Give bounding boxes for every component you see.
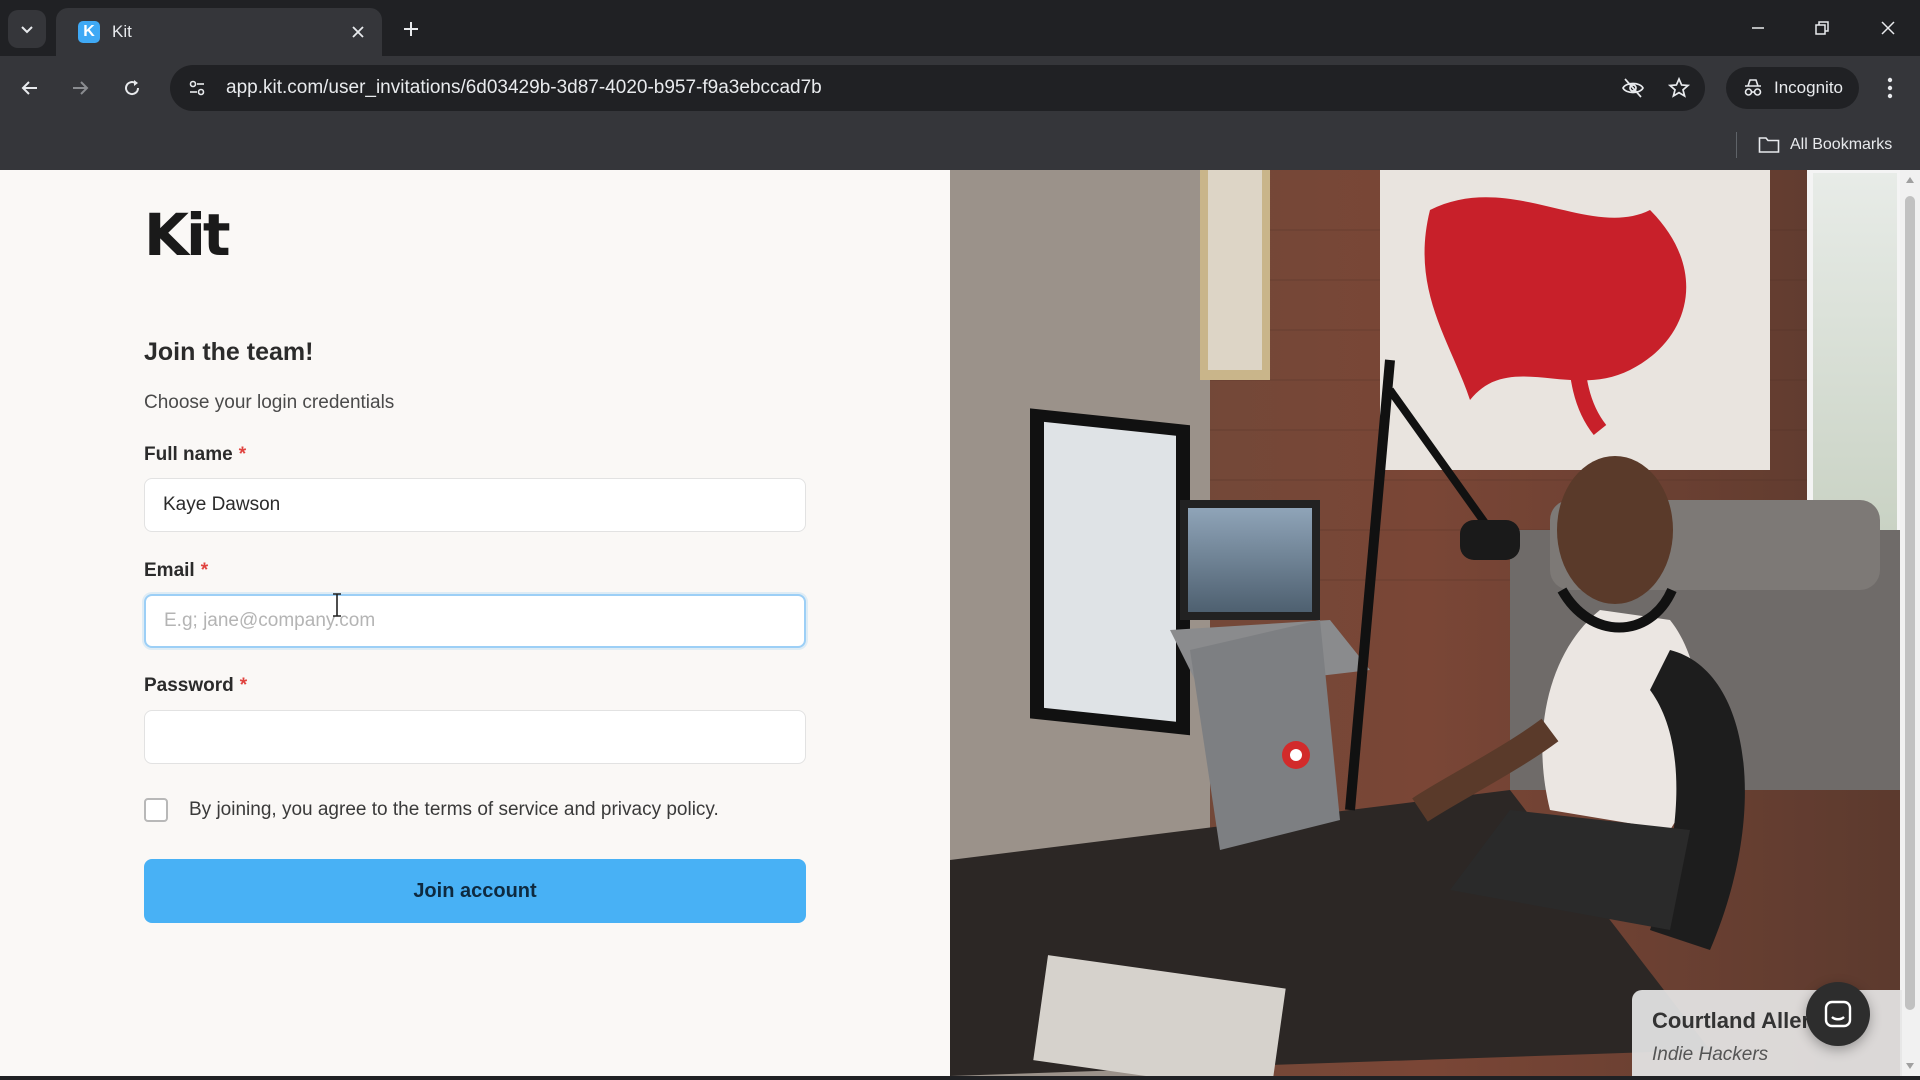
address-bar[interactable]: app.kit.com/user_invitations/6d03429b-3d… xyxy=(170,65,1705,111)
chat-icon xyxy=(1824,1000,1852,1028)
folder-icon xyxy=(1758,137,1780,153)
all-bookmarks-label: All Bookmarks xyxy=(1790,136,1893,153)
hero-photo xyxy=(950,170,1900,1076)
eye-off-icon xyxy=(1622,78,1644,98)
page-viewport: Kit Join the team! Choose your login cre… xyxy=(0,170,1920,1076)
minimize-button[interactable] xyxy=(1738,10,1778,46)
tab-title: Kit xyxy=(112,22,132,41)
close-window-button[interactable] xyxy=(1868,10,1908,46)
browser-toolbar: app.kit.com/user_invitations/6d03429b-3d… xyxy=(0,56,1920,120)
page-title: Join the team! xyxy=(144,338,314,366)
bookmark-star-button[interactable] xyxy=(1659,68,1699,108)
bookmarks-bar: All Bookmarks xyxy=(0,120,1920,170)
reload-icon xyxy=(125,80,140,96)
terms-checkbox[interactable] xyxy=(144,798,168,822)
tune-icon xyxy=(189,80,205,96)
required-marker: * xyxy=(239,675,248,696)
page-subtitle: Choose your login credentials xyxy=(144,392,395,413)
scroll-up-arrow[interactable] xyxy=(1904,174,1916,186)
close-icon xyxy=(1881,21,1895,35)
signup-form-pane: Kit Join the team! Choose your login cre… xyxy=(0,170,950,1076)
scroll-down-arrow[interactable] xyxy=(1904,1060,1916,1072)
tab-search-button[interactable] xyxy=(8,10,46,48)
close-icon xyxy=(352,26,364,38)
triangle-up-icon xyxy=(1906,177,1914,183)
kit-logo[interactable]: Kit xyxy=(144,206,231,264)
reload-button[interactable] xyxy=(114,70,150,106)
full-name-label: Full name * xyxy=(144,444,247,465)
bookmarks-divider xyxy=(1736,132,1737,158)
url-text[interactable]: app.kit.com/user_invitations/6d03429b-3d… xyxy=(226,77,1613,99)
arrow-left-icon xyxy=(21,81,37,95)
office-photo-illustration xyxy=(950,170,1900,1076)
full-name-input[interactable] xyxy=(144,478,806,532)
restore-button[interactable] xyxy=(1802,10,1842,46)
email-label: Email * xyxy=(144,560,209,581)
site-info-button[interactable] xyxy=(174,65,220,111)
terms-text: By joining, you agree to the terms of se… xyxy=(189,799,719,820)
minimize-icon xyxy=(1752,27,1764,29)
password-input[interactable] xyxy=(144,710,806,764)
kit-favicon-icon: K xyxy=(78,21,100,43)
incognito-icon xyxy=(1744,79,1762,96)
arrow-right-icon xyxy=(73,81,89,95)
triangle-down-icon xyxy=(1906,1063,1914,1069)
tracking-protection-button[interactable] xyxy=(1613,68,1653,108)
required-marker: * xyxy=(200,560,209,581)
browser-tab[interactable]: K Kit xyxy=(56,8,382,56)
password-label: Password * xyxy=(144,675,248,696)
plus-icon xyxy=(404,22,418,36)
chevron-down-icon xyxy=(21,26,33,34)
testimonial-org: Indie Hackers xyxy=(1652,1044,1769,1065)
browser-menu-button[interactable] xyxy=(1872,70,1908,106)
chat-widget-button[interactable] xyxy=(1806,982,1870,1046)
join-account-button[interactable]: Join account xyxy=(144,859,806,923)
text-cursor-icon xyxy=(333,593,341,617)
required-marker: * xyxy=(238,444,247,465)
page-scrollbar[interactable] xyxy=(1900,170,1920,1076)
scrollbar-thumb[interactable] xyxy=(1905,196,1915,1010)
star-icon xyxy=(1668,77,1690,98)
restore-icon xyxy=(1815,21,1829,35)
more-vertical-icon xyxy=(1887,77,1893,99)
browser-tab-strip: K Kit xyxy=(0,0,1920,56)
email-input[interactable] xyxy=(144,594,806,648)
forward-button[interactable] xyxy=(62,70,98,106)
all-bookmarks-button[interactable]: All Bookmarks xyxy=(1758,130,1892,160)
back-button[interactable] xyxy=(12,70,48,106)
incognito-indicator[interactable]: Incognito xyxy=(1726,67,1859,109)
terms-row: By joining, you agree to the terms of se… xyxy=(144,798,719,822)
new-tab-button[interactable] xyxy=(396,14,426,44)
tab-close-button[interactable] xyxy=(346,20,370,44)
incognito-label: Incognito xyxy=(1774,78,1843,97)
